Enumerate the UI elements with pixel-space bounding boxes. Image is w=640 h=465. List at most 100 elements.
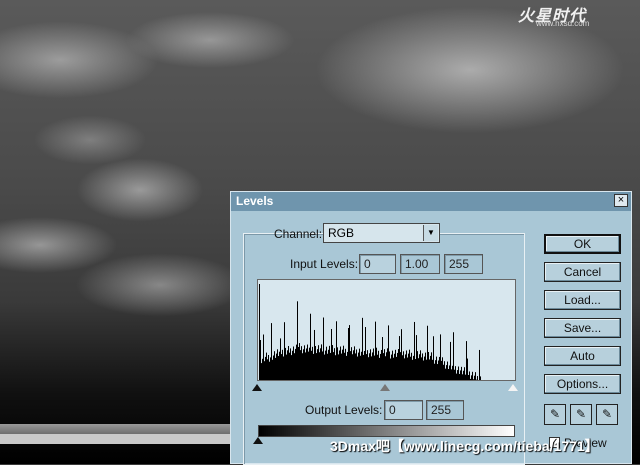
histogram-bar (294, 353, 295, 380)
histogram-bar (331, 329, 332, 380)
histogram-bar (343, 346, 344, 380)
dialog-titlebar[interactable]: Levels × (231, 192, 631, 211)
histogram-bar (292, 351, 293, 380)
histogram-bar (436, 357, 437, 380)
histogram-bar (410, 357, 411, 380)
histogram-bar (318, 345, 319, 380)
histogram-bar (368, 357, 369, 380)
ok-button[interactable]: OK (544, 234, 621, 254)
histogram-bar (356, 349, 357, 380)
histogram-bar (311, 351, 312, 380)
histogram-bar (430, 356, 431, 380)
histogram-bar (391, 355, 392, 380)
histogram-bar (380, 354, 381, 380)
histogram-bar (444, 361, 445, 380)
histogram-spike (259, 284, 260, 380)
black-eyedropper-icon[interactable]: ✎ (544, 404, 566, 425)
white-eyedropper-icon[interactable]: ✎ (596, 404, 618, 425)
histogram-bar (291, 355, 292, 380)
histogram-bar (419, 354, 420, 380)
histogram-bar (440, 334, 441, 380)
input-level-gamma-field[interactable]: 1.00 (400, 254, 440, 274)
histogram-bar (357, 357, 358, 380)
histogram-bar (281, 354, 282, 380)
histogram-bar (346, 356, 347, 380)
histogram-bar (446, 365, 447, 380)
histogram-bar (411, 353, 412, 380)
histogram-bar (337, 347, 338, 380)
histogram-bar (442, 357, 443, 380)
histogram-bar (409, 350, 410, 380)
histogram-bar (262, 359, 263, 380)
input-black-point-handle[interactable] (252, 384, 262, 391)
histogram-bar (408, 354, 409, 380)
histogram-bar (322, 351, 323, 380)
cancel-button[interactable]: Cancel (544, 262, 621, 282)
histogram-bar (264, 361, 265, 380)
histogram-bar (423, 361, 424, 381)
close-button[interactable]: × (614, 194, 628, 207)
histogram-bar (434, 364, 435, 380)
watermark: 3Dmax吧【www.linecg.com/tieba/1771】 (330, 436, 599, 456)
histogram-bar (388, 325, 389, 380)
histogram-bar (306, 348, 307, 380)
histogram-bar (414, 322, 415, 380)
histogram-bar (362, 318, 363, 380)
histogram-bar (312, 347, 313, 380)
histogram-bar (354, 346, 355, 380)
channel-select[interactable]: RGB ▼ (323, 223, 440, 243)
histogram-bar (402, 355, 403, 380)
options-button[interactable]: Options... (544, 374, 621, 394)
histogram-bar (454, 370, 455, 380)
histogram-bar (280, 338, 281, 380)
input-level-black-field[interactable]: 0 (359, 254, 396, 274)
histogram-bar (363, 355, 364, 380)
histogram-bar (269, 362, 270, 380)
histogram-bar (396, 357, 397, 380)
output-level-white-field[interactable]: 255 (426, 400, 464, 420)
histogram-bar (336, 321, 337, 380)
output-black-handle[interactable] (253, 437, 263, 444)
histogram-bar (400, 352, 401, 380)
histogram-bar (416, 335, 417, 380)
histogram-bar (393, 358, 394, 380)
histogram-bar (376, 348, 377, 380)
histogram-bar (265, 357, 266, 380)
input-levels-slider[interactable] (257, 384, 516, 390)
histogram-bar (325, 351, 326, 380)
histogram-bar (330, 353, 331, 380)
histogram-bar (263, 335, 264, 381)
histogram-bar (455, 366, 456, 380)
histogram-bar (352, 354, 353, 380)
histogram-bar (283, 357, 284, 381)
histogram-bar (299, 343, 300, 380)
histogram-bar (371, 356, 372, 380)
histogram-bar (471, 375, 472, 380)
chevron-down-icon[interactable]: ▼ (423, 225, 438, 241)
input-gamma-handle[interactable] (380, 384, 390, 391)
histogram-bar (429, 359, 430, 380)
histogram-bar (460, 370, 461, 380)
histogram-bar (441, 361, 442, 380)
histogram-bar (403, 351, 404, 380)
histogram-bar (287, 350, 288, 380)
histogram-bar (293, 347, 294, 381)
histogram-bar (453, 332, 454, 380)
histogram-chart (258, 280, 515, 380)
gray-eyedropper-icon[interactable]: ✎ (570, 404, 592, 425)
histogram-bar (377, 355, 378, 380)
histogram-bar (447, 362, 448, 380)
histogram-bar (370, 349, 371, 380)
input-white-point-handle[interactable] (508, 384, 518, 391)
histogram-bar (351, 347, 352, 380)
auto-button[interactable]: Auto (544, 346, 621, 366)
histogram-bar (328, 350, 329, 380)
input-level-white-field[interactable]: 255 (444, 254, 483, 274)
histogram-bar (379, 358, 380, 380)
histogram-bar (332, 345, 333, 380)
save-button[interactable]: Save... (544, 318, 621, 338)
output-level-black-field[interactable]: 0 (384, 400, 423, 420)
load-button[interactable]: Load... (544, 290, 621, 310)
histogram-bar (319, 352, 320, 380)
histogram-bar (458, 367, 459, 381)
